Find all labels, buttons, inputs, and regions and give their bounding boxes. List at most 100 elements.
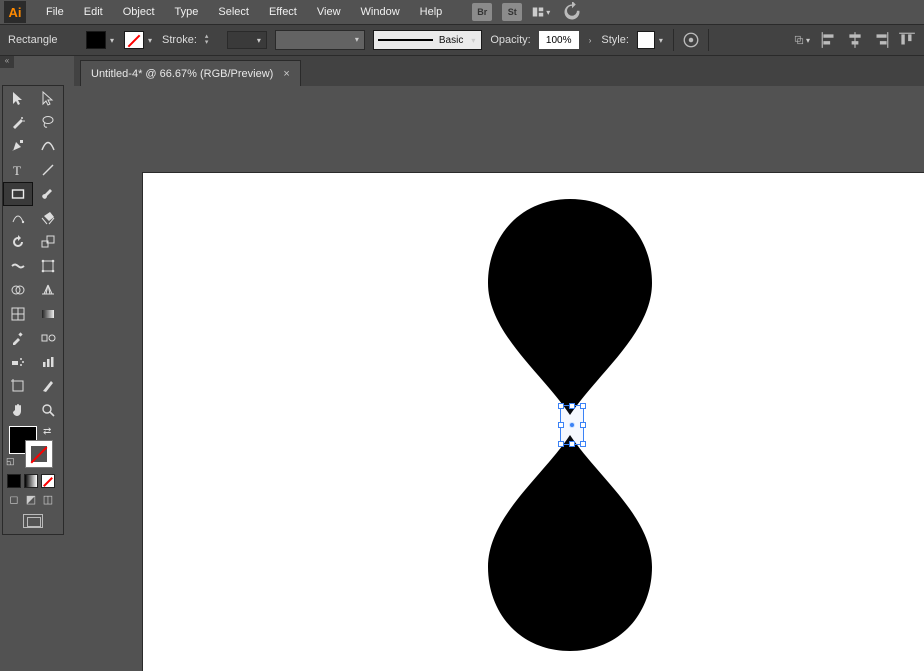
align-controls: ▾ xyxy=(794,31,916,49)
stroke-color-control[interactable]: ▾ xyxy=(124,31,154,49)
resize-handle-top-right[interactable] xyxy=(580,403,586,409)
resize-handle-bottom-mid[interactable] xyxy=(569,441,575,447)
selection-center-icon[interactable] xyxy=(569,422,575,428)
dock-collapse-icon[interactable]: « xyxy=(0,56,14,68)
line-segment-tool[interactable] xyxy=(33,158,63,182)
gradient-icon[interactable] xyxy=(24,474,38,488)
control-bar: Rectangle ▾ ▾ Stroke: ▴▾ ▾ ▾ Basic ▾ Opa… xyxy=(0,24,924,56)
graphic-style-control[interactable]: ▾ xyxy=(637,31,665,49)
eyedropper-tool[interactable] xyxy=(3,326,33,350)
slice-tool[interactable] xyxy=(33,374,63,398)
perspective-grid-tool[interactable] xyxy=(33,278,63,302)
eraser-tool[interactable] xyxy=(33,206,63,230)
align-left-icon[interactable] xyxy=(820,31,838,49)
chevron-down-icon: ▾ xyxy=(804,36,812,45)
opacity-chevron-icon[interactable]: › xyxy=(587,36,594,45)
resize-handle-top-left[interactable] xyxy=(558,403,564,409)
svg-text:T: T xyxy=(13,163,21,178)
curvature-tool[interactable] xyxy=(33,134,63,158)
separator xyxy=(708,29,709,51)
artwork-teardrop-top[interactable] xyxy=(482,193,658,421)
resize-handle-mid-left[interactable] xyxy=(558,422,564,428)
document-tab[interactable]: Untitled-4* @ 66.67% (RGB/Preview) × xyxy=(80,60,301,86)
rotate-tool[interactable] xyxy=(3,230,33,254)
stroke-weight-field[interactable]: ▾ xyxy=(227,31,267,49)
selection-tool[interactable] xyxy=(3,86,33,110)
arrange-documents-icon[interactable]: ▾ xyxy=(532,3,552,21)
menu-help[interactable]: Help xyxy=(410,2,453,22)
opacity-label: Opacity: xyxy=(490,34,530,46)
menu-type[interactable]: Type xyxy=(165,2,209,22)
align-center-icon[interactable] xyxy=(846,31,864,49)
default-fill-stroke-icon[interactable]: ◱ xyxy=(6,456,15,467)
symbol-sprayer-tool[interactable] xyxy=(3,350,33,374)
recolor-artwork-icon[interactable] xyxy=(682,31,700,49)
scale-tool[interactable] xyxy=(33,230,63,254)
draw-inside-icon[interactable]: ◫ xyxy=(41,492,55,506)
resize-handle-bottom-right[interactable] xyxy=(580,441,586,447)
swap-fill-stroke-icon[interactable]: ⇄ xyxy=(43,426,51,437)
chevron-down-icon: ▾ xyxy=(146,36,154,45)
artboard-tool[interactable] xyxy=(3,374,33,398)
fill-stroke-control[interactable]: ⇄ ◱ xyxy=(3,422,63,472)
canvas-area[interactable] xyxy=(74,86,924,671)
hand-tool[interactable] xyxy=(3,398,33,422)
menu-view[interactable]: View xyxy=(307,2,351,22)
brush-definition[interactable]: Basic ▾ xyxy=(373,30,482,50)
mesh-tool[interactable] xyxy=(3,302,33,326)
variable-stroke-profile[interactable]: ▾ xyxy=(275,30,365,50)
resize-handle-mid-right[interactable] xyxy=(580,422,586,428)
free-transform-tool[interactable] xyxy=(33,254,63,278)
stroke-label: Stroke: xyxy=(162,34,197,46)
align-top-icon[interactable] xyxy=(898,31,916,49)
pen-tool[interactable] xyxy=(3,134,33,158)
menu-object[interactable]: Object xyxy=(113,2,165,22)
selection-type-label: Rectangle xyxy=(8,34,78,46)
shaper-tool[interactable] xyxy=(3,206,33,230)
magic-wand-tool[interactable] xyxy=(3,110,33,134)
rectangle-tool[interactable] xyxy=(3,182,33,206)
column-graph-tool[interactable] xyxy=(33,350,63,374)
drawing-mode-row: ◻ ◩ ◫ xyxy=(3,490,63,508)
resize-handle-top-mid[interactable] xyxy=(569,403,575,409)
menu-edit[interactable]: Edit xyxy=(74,2,113,22)
opacity-field[interactable]: 100% xyxy=(539,31,579,49)
solid-color-icon[interactable] xyxy=(7,474,21,488)
resize-handle-bottom-left[interactable] xyxy=(558,441,564,447)
direct-selection-tool[interactable] xyxy=(33,86,63,110)
artboard[interactable] xyxy=(142,172,924,671)
menu-file[interactable]: File xyxy=(36,2,74,22)
none-color-icon[interactable] xyxy=(41,474,55,488)
menu-bar-right: Br St ▾ xyxy=(472,3,582,21)
bridge-icon[interactable]: Br xyxy=(472,3,492,21)
artwork-teardrop-bottom[interactable] xyxy=(482,429,658,657)
screen-mode-icon[interactable] xyxy=(23,514,43,528)
shape-builder-tool[interactable] xyxy=(3,278,33,302)
chevron-down-icon: ▾ xyxy=(255,36,263,45)
chevron-down-icon: ▾ xyxy=(469,36,477,45)
transform-panel-icon[interactable]: ▾ xyxy=(794,31,812,49)
paintbrush-tool[interactable] xyxy=(33,182,63,206)
fill-color-control[interactable]: ▾ xyxy=(86,31,116,49)
draw-normal-icon[interactable]: ◻ xyxy=(7,492,21,506)
zoom-tool[interactable] xyxy=(33,398,63,422)
close-tab-icon[interactable]: × xyxy=(283,68,289,80)
cloud-sync-icon[interactable] xyxy=(562,3,582,21)
menu-window[interactable]: Window xyxy=(351,2,410,22)
menu-effect[interactable]: Effect xyxy=(259,2,307,22)
fill-swatch-icon xyxy=(86,31,106,49)
width-tool[interactable] xyxy=(3,254,33,278)
lasso-tool[interactable] xyxy=(33,110,63,134)
gradient-tool[interactable] xyxy=(33,302,63,326)
draw-behind-icon[interactable]: ◩ xyxy=(24,492,38,506)
selection-bounding-box[interactable] xyxy=(560,405,584,445)
brush-name: Basic xyxy=(439,35,463,46)
menu-select[interactable]: Select xyxy=(208,2,259,22)
stroke-weight-stepper[interactable]: ▴▾ xyxy=(205,31,219,49)
blend-tool[interactable] xyxy=(33,326,63,350)
stock-icon[interactable]: St xyxy=(502,3,522,21)
align-right-icon[interactable] xyxy=(872,31,890,49)
stroke-swatch-icon[interactable] xyxy=(25,440,53,468)
type-tool[interactable]: T xyxy=(3,158,33,182)
chevron-down-icon: ▾ xyxy=(544,8,552,17)
